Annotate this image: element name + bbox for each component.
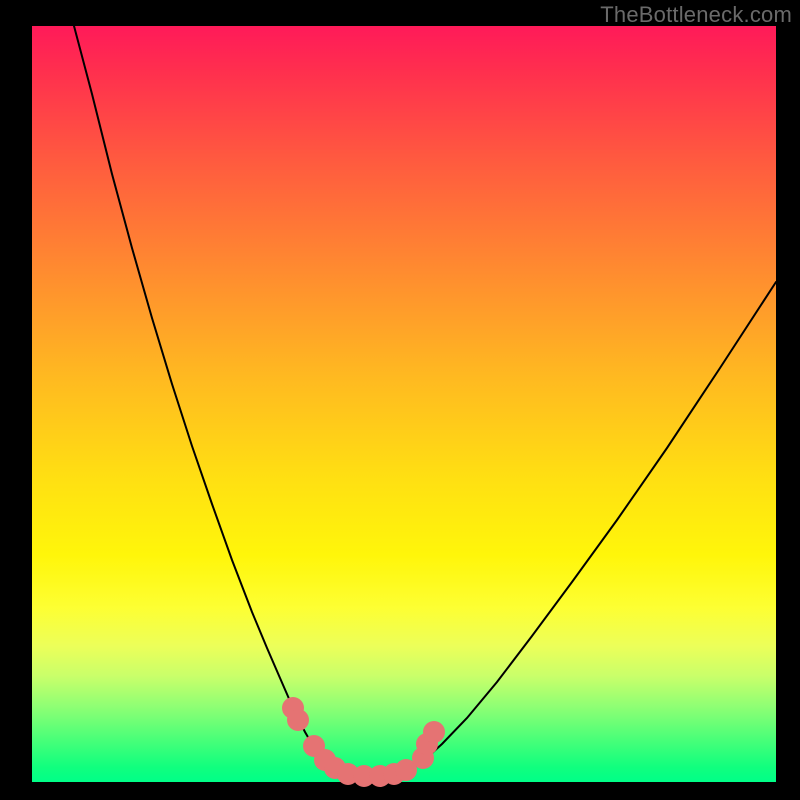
valley-dot bbox=[423, 721, 445, 743]
bottleneck-curve bbox=[74, 26, 776, 776]
plot-area bbox=[32, 26, 776, 782]
outer-frame: TheBottleneck.com bbox=[0, 0, 800, 800]
valley-dot bbox=[287, 709, 309, 731]
chart-svg bbox=[32, 26, 776, 782]
watermark-text: TheBottleneck.com bbox=[600, 2, 792, 28]
valley-dots-group bbox=[282, 697, 445, 787]
